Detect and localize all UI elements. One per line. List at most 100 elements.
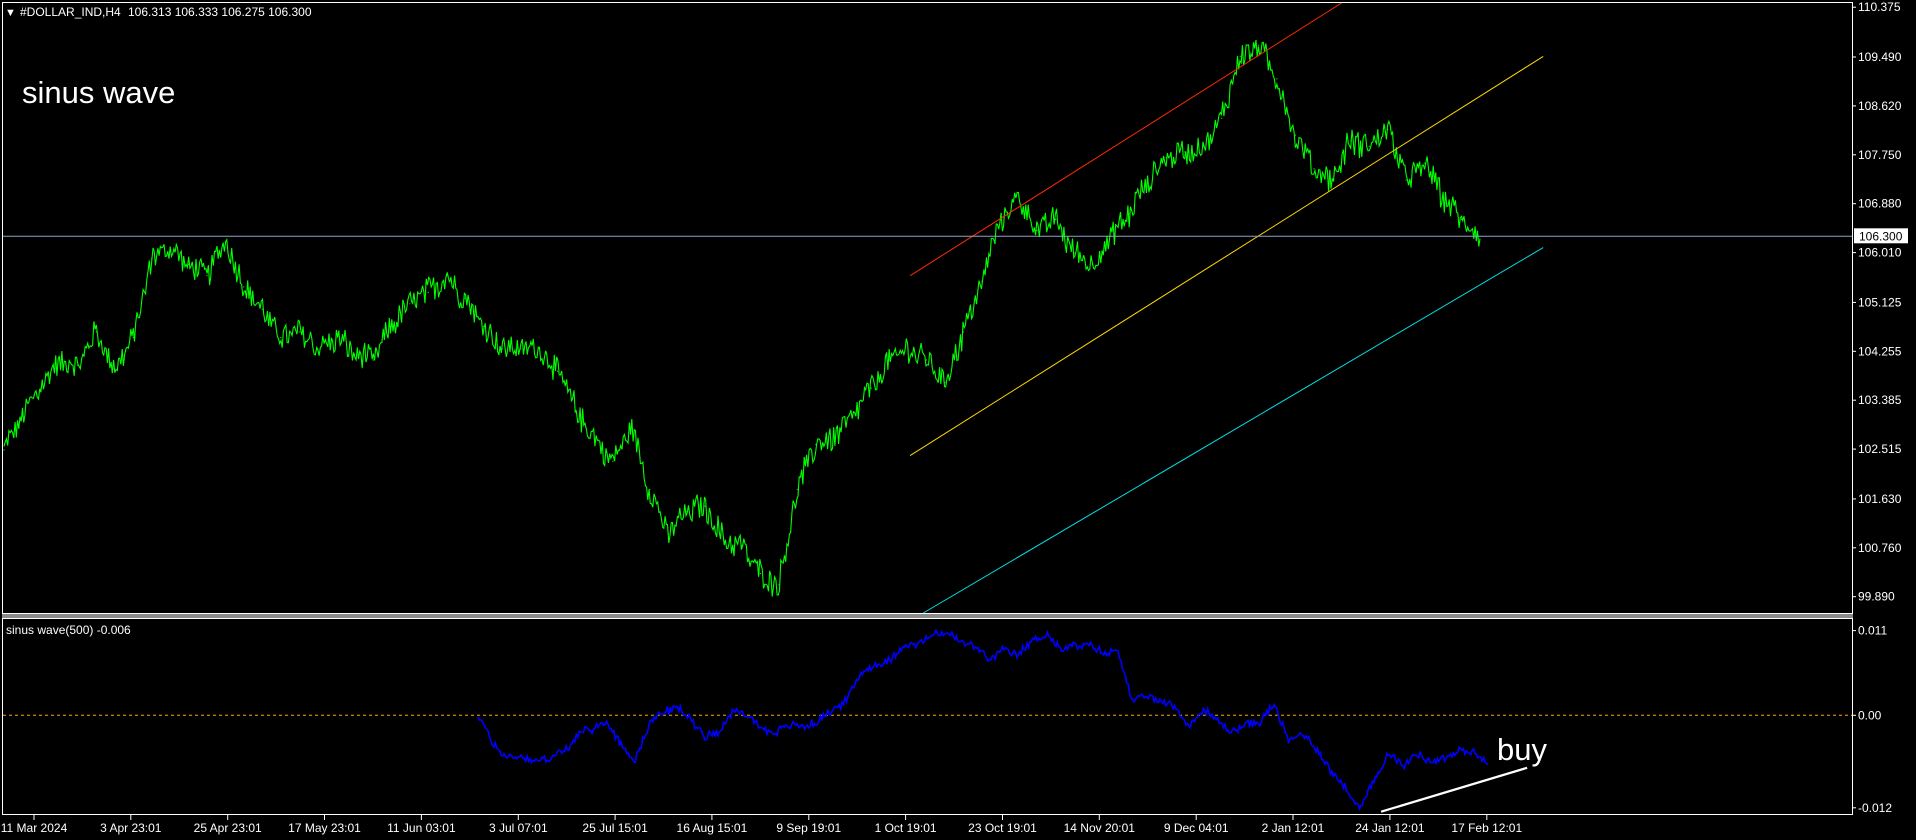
price-point	[261, 308, 263, 310]
price-point	[446, 275, 448, 277]
price-point	[1313, 168, 1315, 170]
indicator-axis-label: 0.011	[1858, 624, 1887, 638]
price-point	[815, 443, 817, 445]
price-point	[1424, 162, 1426, 164]
price-axis-label: 101.630	[1858, 492, 1902, 506]
price-point	[870, 387, 872, 389]
price-point	[372, 359, 374, 361]
price-point	[1184, 151, 1186, 153]
time-axis-label: 9 Dec 04:01	[1164, 821, 1229, 835]
price-point	[593, 438, 596, 440]
price-point	[889, 359, 891, 361]
indicator-axis-label: 0.00	[1858, 708, 1882, 722]
price-point	[649, 488, 651, 490]
price-axis-label: 100.760	[1858, 541, 1902, 555]
price-point	[1221, 117, 1223, 119]
price-point	[187, 263, 190, 265]
price-point	[612, 460, 614, 462]
time-axis-label: 11 Mar 2024	[1, 821, 68, 835]
price-point	[722, 539, 725, 541]
price-point	[409, 303, 411, 305]
time-axis-label: 23 Oct 19:01	[968, 821, 1037, 835]
collapse-icon[interactable]: ▼	[5, 7, 16, 19]
time-axis-label: 25 Apr 23:01	[194, 821, 262, 835]
indicator-axis-label: -0.012	[1858, 801, 1892, 815]
price-point	[95, 331, 97, 333]
chart-annotation-buy[interactable]: buy	[1497, 732, 1547, 767]
price-point	[464, 297, 466, 299]
price-point	[1239, 55, 1241, 58]
chart-background	[0, 0, 1916, 840]
time-axis-label: 14 Nov 20:01	[1064, 821, 1136, 835]
price-point	[1331, 179, 1333, 181]
price-point	[759, 573, 762, 575]
time-axis-label: 24 Jan 12:01	[1355, 821, 1425, 835]
price-point	[224, 241, 226, 243]
price-point	[741, 544, 743, 547]
price-point	[317, 348, 319, 350]
price-point	[3, 449, 5, 451]
price-point	[132, 336, 134, 339]
price-point	[501, 348, 503, 350]
price-axis-label: 103.385	[1858, 393, 1902, 407]
price-point	[686, 511, 688, 513]
indicator-title: sinus wave(500) -0.006	[6, 623, 131, 637]
price-axis-label: 106.010	[1858, 246, 1902, 260]
price-point	[1258, 44, 1260, 46]
price-axis-label: 109.490	[1858, 50, 1902, 64]
price-point	[1276, 78, 1278, 80]
time-axis-label: 17 May 23:01	[288, 821, 361, 835]
price-point	[1460, 218, 1463, 221]
price-point	[1405, 179, 1407, 181]
price-point	[1018, 196, 1020, 198]
price-axis-label: 99.890	[1858, 590, 1895, 604]
ohlc-readout: 106.313 106.333 106.275 106.300	[128, 5, 312, 19]
price-point	[1368, 145, 1370, 147]
time-axis-label: 16 Aug 15:01	[677, 821, 748, 835]
time-axis-label: 11 Jun 03:01	[387, 821, 456, 835]
price-point	[243, 286, 245, 288]
price-axis-label: 107.750	[1858, 148, 1902, 162]
panel-separator[interactable]	[2, 614, 1853, 618]
price-point	[981, 280, 983, 282]
time-axis-label: 2 Jan 12:01	[1262, 821, 1325, 835]
price-point	[833, 438, 835, 440]
price-point	[114, 370, 116, 372]
price-point	[556, 370, 559, 372]
current-price-badge-text: 106.300	[1859, 229, 1903, 243]
price-point	[280, 336, 282, 339]
time-axis-label: 1 Oct 19:01	[875, 821, 937, 835]
time-axis-label: 3 Apr 23:01	[100, 821, 162, 835]
time-axis-label: 9 Sep 19:01	[776, 821, 841, 835]
price-point	[1442, 196, 1444, 198]
price-axis-label: 104.255	[1858, 344, 1902, 358]
price-point	[1036, 230, 1038, 232]
price-point	[151, 258, 153, 260]
chart-annotation-sinus-wave[interactable]: sinus wave	[22, 75, 175, 110]
price-point	[1294, 134, 1297, 136]
price-point	[630, 426, 632, 429]
price-point	[1350, 140, 1352, 142]
price-axis-label: 102.515	[1858, 442, 1902, 456]
price-point	[298, 331, 300, 333]
price-point	[1091, 263, 1094, 265]
chart-symbol-label: #DOLLAR_IND,H4	[20, 5, 121, 19]
price-point	[852, 415, 854, 417]
price-point	[796, 488, 799, 490]
price-point	[704, 505, 706, 507]
price-axis-label: 108.620	[1858, 99, 1902, 113]
price-point	[77, 365, 79, 367]
price-point	[427, 291, 429, 294]
price-point	[1128, 213, 1131, 215]
price-point	[1073, 252, 1075, 254]
price-point	[21, 415, 23, 417]
current-price-badge: 106.300	[1854, 228, 1908, 244]
price-axis-label: 105.125	[1858, 295, 1902, 309]
price-point	[1147, 179, 1149, 181]
price-point	[538, 348, 540, 350]
price-point	[206, 275, 208, 277]
price-point	[778, 584, 780, 586]
price-point	[40, 387, 42, 389]
price-chart-canvas[interactable]: ▼ #DOLLAR_IND,H4 106.313 106.333 106.275…	[0, 0, 1916, 840]
price-axis-label: 106.880	[1858, 197, 1902, 211]
